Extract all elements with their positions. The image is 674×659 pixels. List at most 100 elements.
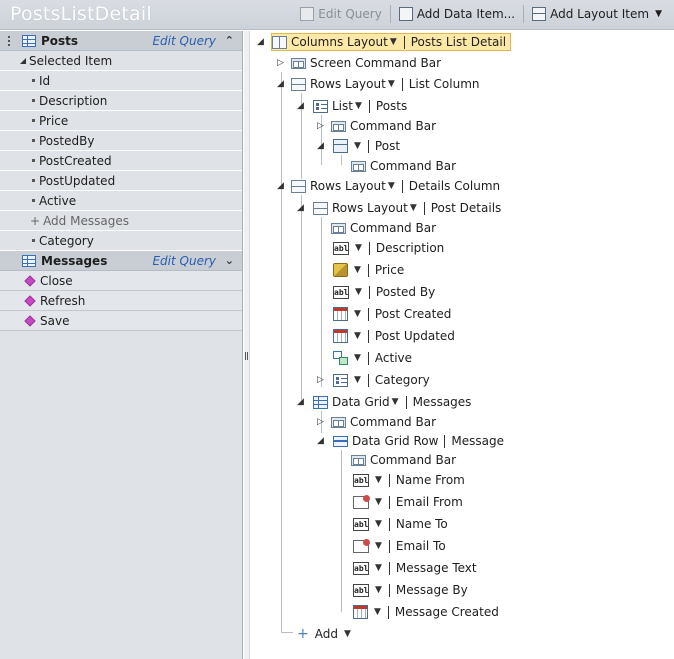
selected-item-row[interactable]: Selected Item xyxy=(0,51,242,71)
tree-node-message-created[interactable]: ▼ Message Created xyxy=(353,603,499,621)
collapse-triangle-icon[interactable] xyxy=(257,37,264,47)
collapse-triangle-icon[interactable] xyxy=(20,57,26,64)
chevron-down-icon[interactable]: ▼ xyxy=(354,141,361,151)
chevron-down-icon[interactable]: ▼ xyxy=(390,37,397,47)
collapse-triangle-icon[interactable] xyxy=(297,203,304,213)
collapse-triangle-icon[interactable] xyxy=(277,181,284,191)
tree-node-posts-list[interactable]: List ▼ Posts xyxy=(313,97,407,115)
tree-node-command-bar[interactable]: Command Bar xyxy=(331,117,436,135)
command-bar-icon xyxy=(331,222,346,234)
tree-node-command-bar[interactable]: Command Bar xyxy=(331,413,436,431)
chevron-down-icon[interactable]: ▼ xyxy=(355,101,362,111)
messages-edit-query-link[interactable]: Edit Query xyxy=(152,254,216,268)
messages-group-header[interactable]: Messages Edit Query ⌄ xyxy=(0,251,242,271)
add-layout-item-button[interactable]: Add Layout Item ▼ xyxy=(526,4,668,24)
command-row-close[interactable]: Close xyxy=(0,271,242,291)
field-row[interactable]: Id xyxy=(0,71,242,91)
add-data-item-button[interactable]: Add Data Item... xyxy=(393,4,521,24)
drag-handle-icon[interactable] xyxy=(8,36,10,46)
chevron-down-icon[interactable]: ▼ xyxy=(375,585,382,595)
chevron-down-icon[interactable]: ▼ xyxy=(354,265,361,275)
posts-group-header[interactable]: Posts Edit Query ⌃ xyxy=(0,31,242,51)
tree-node-command-bar[interactable]: Command Bar xyxy=(351,157,456,175)
chevron-down-icon[interactable]: ▼ xyxy=(392,397,399,407)
tree-node-active[interactable]: ▼ Active xyxy=(333,349,412,367)
chevron-down-icon[interactable]: ▼ xyxy=(375,497,382,507)
chevron-down-icon[interactable]: ▼ xyxy=(354,353,361,363)
field-row[interactable]: Category xyxy=(0,231,242,251)
collapse-triangle-icon[interactable] xyxy=(297,397,304,407)
field-row[interactable]: Description xyxy=(0,91,242,111)
tree-node-post[interactable]: ▼ Post xyxy=(333,137,400,155)
command-row-save[interactable]: Save xyxy=(0,311,242,331)
text-box-icon: abl xyxy=(333,241,349,255)
tree-node-post-created[interactable]: ▼ Post Created xyxy=(333,305,451,323)
separator xyxy=(423,201,425,215)
chevron-down-icon[interactable]: ▼ xyxy=(355,287,362,297)
command-bar-icon xyxy=(291,57,306,69)
chevron-down-icon[interactable]: ▼ xyxy=(388,79,395,89)
chevron-down-icon[interactable]: ▼ xyxy=(374,607,381,617)
chevron-down-icon[interactable]: ▼ xyxy=(410,203,417,213)
tree-node-messages-grid[interactable]: Data Grid ▼ Messages xyxy=(313,393,471,411)
chevron-down-icon[interactable]: ▼ xyxy=(354,375,361,385)
add-messages-row[interactable]: + Add Messages xyxy=(0,211,242,231)
chevron-down-icon[interactable]: ▼ xyxy=(375,519,382,529)
tree-node-post-details[interactable]: Rows Layout ▼ Post Details xyxy=(313,199,501,217)
tree-node-description[interactable]: abl ▼ Description xyxy=(333,239,444,257)
columns-layout-icon xyxy=(272,35,287,49)
tree-node-post-updated[interactable]: ▼ Post Updated xyxy=(333,327,455,345)
tree-node-name-from[interactable]: abl ▼ Name From xyxy=(353,471,465,489)
chevron-down-icon[interactable]: ▼ xyxy=(375,563,382,573)
tree-node-list-column[interactable]: Rows Layout ▼ List Column xyxy=(291,75,480,93)
list-icon xyxy=(313,99,328,113)
tree-node-email-to[interactable]: ▼ Email To xyxy=(353,537,446,555)
tree-node-screen-command-bar[interactable]: Screen Command Bar xyxy=(291,54,441,72)
tree-node-posted-by[interactable]: abl ▼ Posted By xyxy=(333,283,435,301)
separator xyxy=(401,179,403,193)
toolbar-divider xyxy=(389,5,391,23)
chevron-down-icon[interactable]: ▼ xyxy=(375,541,382,551)
splitter-grip-icon[interactable] xyxy=(245,352,248,360)
expand-triangle-icon[interactable] xyxy=(317,121,324,131)
panel-splitter[interactable] xyxy=(244,31,250,659)
tree-node-message-by[interactable]: abl ▼ Message By xyxy=(353,581,468,599)
field-row[interactable]: Price xyxy=(0,111,242,131)
command-row-refresh[interactable]: Refresh xyxy=(0,291,242,311)
expand-triangle-icon[interactable] xyxy=(317,375,324,385)
tree-node-name-to[interactable]: abl ▼ Name To xyxy=(353,515,448,533)
tree-node-root[interactable]: Columns Layout ▼ Posts List Detail xyxy=(271,33,512,51)
chevron-down-icon[interactable]: ⌄ xyxy=(225,254,234,267)
chevron-up-icon[interactable]: ⌃ xyxy=(225,34,234,47)
expand-triangle-icon[interactable] xyxy=(317,417,324,427)
tree-node-command-bar[interactable]: Command Bar xyxy=(351,451,456,469)
field-row[interactable]: PostUpdated xyxy=(0,171,242,191)
field-row[interactable]: PostedBy xyxy=(0,131,242,151)
chevron-down-icon[interactable]: ▼ xyxy=(354,331,361,341)
collapse-triangle-icon[interactable] xyxy=(297,101,304,111)
tree-node-email-from[interactable]: ▼ Email From xyxy=(353,493,463,511)
tree-node-message-text[interactable]: abl ▼ Message Text xyxy=(353,559,477,577)
chevron-down-icon[interactable]: ▼ xyxy=(354,309,361,319)
edit-query-button[interactable]: Edit Query xyxy=(294,4,388,24)
tree-node-details-column[interactable]: Rows Layout ▼ Details Column xyxy=(291,177,500,195)
tree-node-price[interactable]: ▼ Price xyxy=(333,261,404,279)
field-row[interactable]: PostCreated xyxy=(0,151,242,171)
tree-node-data-grid-row[interactable]: Data Grid Row Message xyxy=(333,432,504,450)
collapse-triangle-icon[interactable] xyxy=(317,436,324,446)
tree-node-command-bar[interactable]: Command Bar xyxy=(331,219,436,237)
chevron-down-icon[interactable]: ▼ xyxy=(355,243,362,253)
field-row[interactable]: Active xyxy=(0,191,242,211)
add-data-item-icon xyxy=(398,7,413,21)
tree-node-category[interactable]: ▼ Category xyxy=(333,371,430,389)
tree-add-button[interactable]: + Add ▼ xyxy=(297,625,356,643)
collapse-triangle-icon[interactable] xyxy=(277,79,284,89)
chevron-down-icon[interactable]: ▼ xyxy=(344,629,351,639)
chevron-down-icon[interactable]: ▼ xyxy=(388,181,395,191)
collapse-triangle-icon[interactable] xyxy=(317,141,324,151)
text-box-icon: abl xyxy=(353,517,369,531)
chevron-down-icon[interactable]: ▼ xyxy=(375,475,382,485)
posts-edit-query-link[interactable]: Edit Query xyxy=(152,34,216,48)
rows-layout-icon xyxy=(291,77,306,91)
expand-triangle-icon[interactable] xyxy=(277,58,284,68)
